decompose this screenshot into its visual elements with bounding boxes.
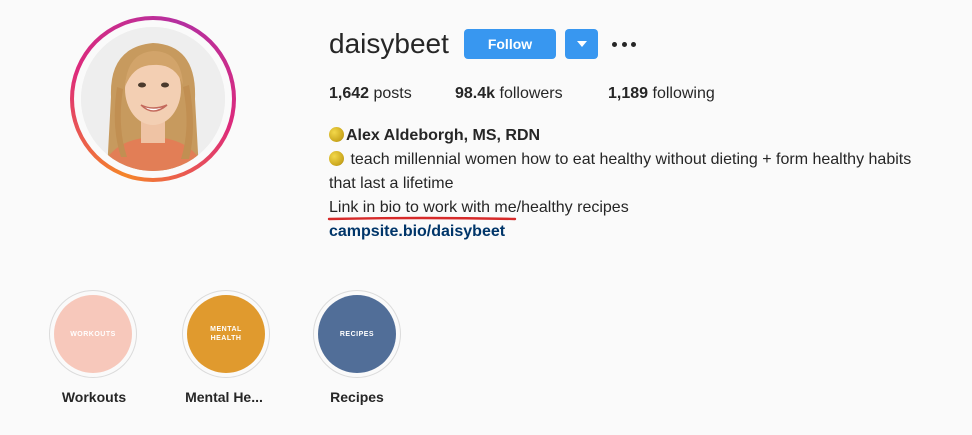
caret-down-icon: [576, 41, 587, 47]
profile-page: daisybeet Follow 1,642 posts 98.4k follo…: [0, 0, 972, 435]
more-options-button[interactable]: [612, 34, 636, 54]
bio-website-link[interactable]: campsite.bio/daisybeet: [329, 220, 949, 244]
posts-stat: 1,642 posts: [329, 84, 412, 104]
dot-icon: [631, 41, 636, 47]
lemon-icon: [329, 151, 344, 166]
dot-icon: [612, 41, 617, 47]
avatar-photo: [81, 27, 225, 171]
bio-text-1: teach millennial women how to eat health…: [350, 151, 912, 168]
highlight-caption[interactable]: Workouts: [29, 388, 159, 406]
follow-button[interactable]: Follow: [464, 29, 556, 59]
followers-stat[interactable]: 98.4k followers: [455, 84, 563, 104]
following-count: 1,189: [608, 85, 649, 102]
avatar: [81, 27, 225, 171]
following-label: following: [652, 85, 715, 102]
bio-name-line: Alex Aldeborgh, MS, RDN: [329, 124, 949, 148]
profile-avatar-story-ring[interactable]: [70, 16, 236, 182]
full-name: Alex Aldeborgh, MS, RDN: [346, 127, 541, 144]
posts-label: posts: [373, 85, 412, 102]
highlight-caption[interactable]: Mental He...: [159, 388, 289, 406]
highlight-cover: RECIPES: [318, 295, 396, 373]
highlight-caption[interactable]: Recipes: [292, 388, 422, 406]
highlight-recipes[interactable]: RECIPES: [313, 290, 403, 380]
followers-count: 98.4k: [455, 85, 496, 102]
dot-icon: [621, 41, 627, 47]
lemon-icon: [329, 127, 344, 142]
highlight-cover: MENTAL HEALTH: [187, 295, 265, 373]
highlight-workouts[interactable]: WORKOUTS: [49, 290, 139, 380]
following-stat[interactable]: 1,189 following: [608, 84, 715, 104]
bio-line-1: teach millennial women how to eat health…: [329, 148, 949, 172]
suggested-accounts-dropdown-button[interactable]: [565, 29, 598, 59]
highlight-cover: WORKOUTS: [54, 295, 132, 373]
followers-label: followers: [499, 85, 563, 102]
posts-count: 1,642: [329, 85, 370, 102]
red-annotation-underline: [327, 216, 517, 221]
bio-line-2: that last a lifetime: [329, 175, 454, 192]
profile-bio: Alex Aldeborgh, MS, RDN teach millennial…: [329, 124, 949, 244]
username: daisybeet: [329, 28, 449, 59]
highlight-mental-health[interactable]: MENTAL HEALTH: [182, 290, 272, 380]
